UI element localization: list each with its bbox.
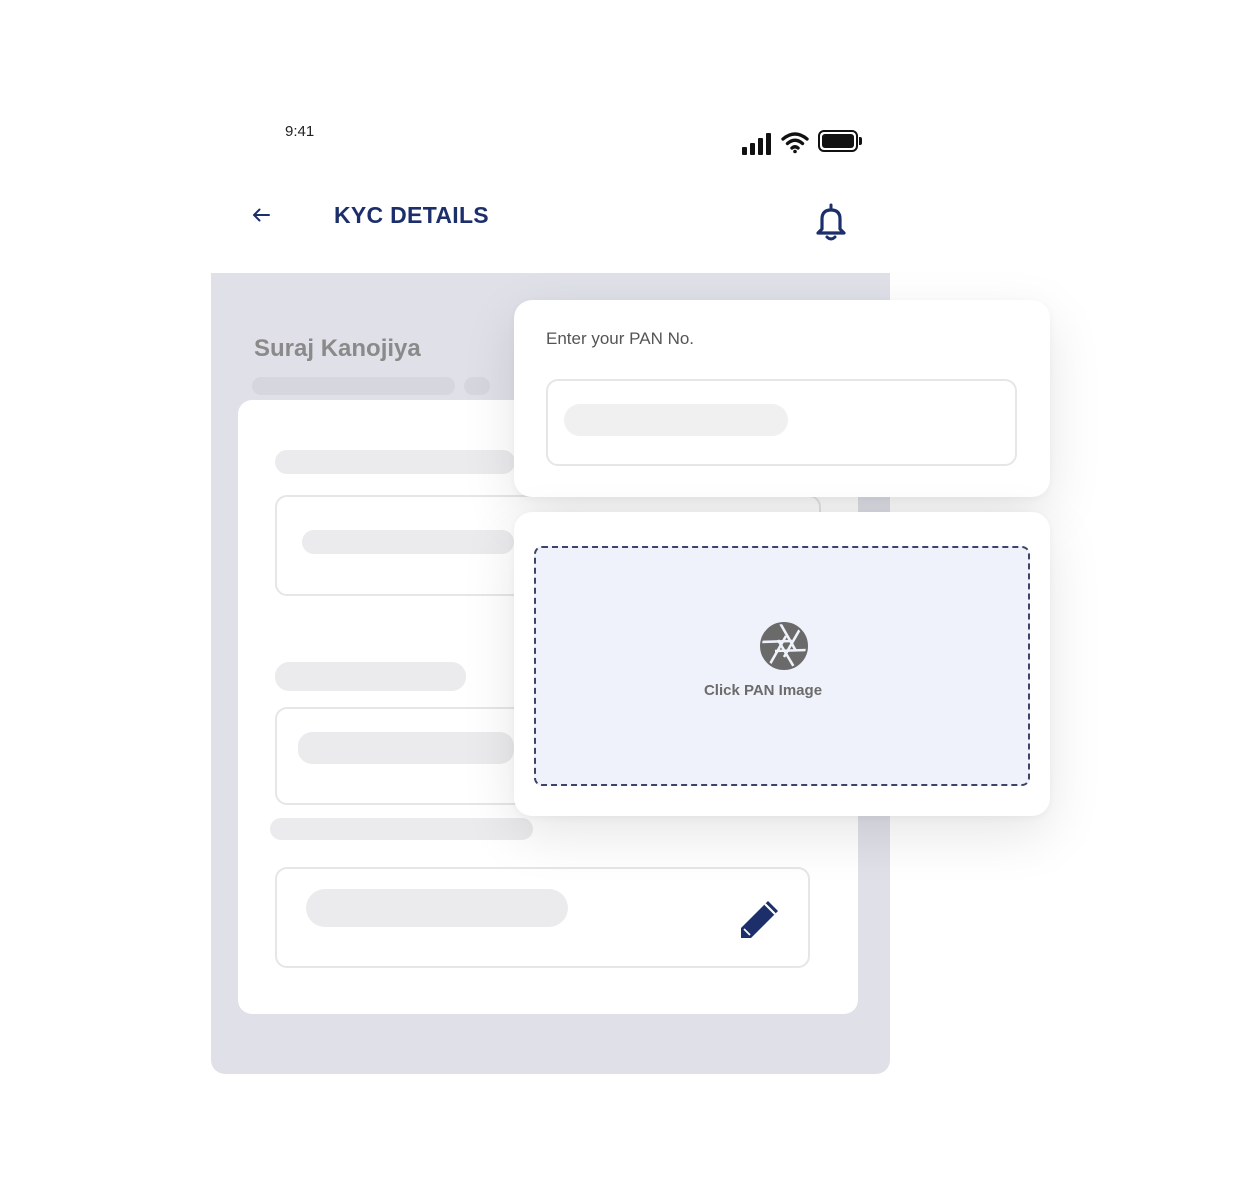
bell-icon[interactable] xyxy=(813,202,849,242)
skeleton-line xyxy=(275,450,515,474)
arrow-left-icon[interactable] xyxy=(250,204,272,226)
pencil-icon[interactable] xyxy=(737,896,783,942)
skeleton-line xyxy=(302,530,514,554)
status-time: 9:41 xyxy=(285,123,315,140)
skeleton-line xyxy=(306,889,568,927)
battery-icon xyxy=(818,130,858,152)
skeleton-line xyxy=(464,377,490,395)
wifi-icon xyxy=(781,132,809,154)
pan-input-placeholder xyxy=(564,404,788,436)
pan-input-label: Enter your PAN No. xyxy=(546,329,695,348)
skeleton-line xyxy=(298,732,514,764)
user-name: Suraj Kanojiya xyxy=(254,335,421,362)
upload-label: Click PAN Image xyxy=(703,682,823,699)
battery-cap xyxy=(859,137,862,145)
page-title: KYC DETAILS xyxy=(334,202,489,228)
skeleton-line xyxy=(252,377,455,395)
camera-shutter-icon xyxy=(760,622,808,670)
signal-icon xyxy=(742,131,776,155)
skeleton-line xyxy=(275,662,466,691)
skeleton-line xyxy=(270,818,533,840)
